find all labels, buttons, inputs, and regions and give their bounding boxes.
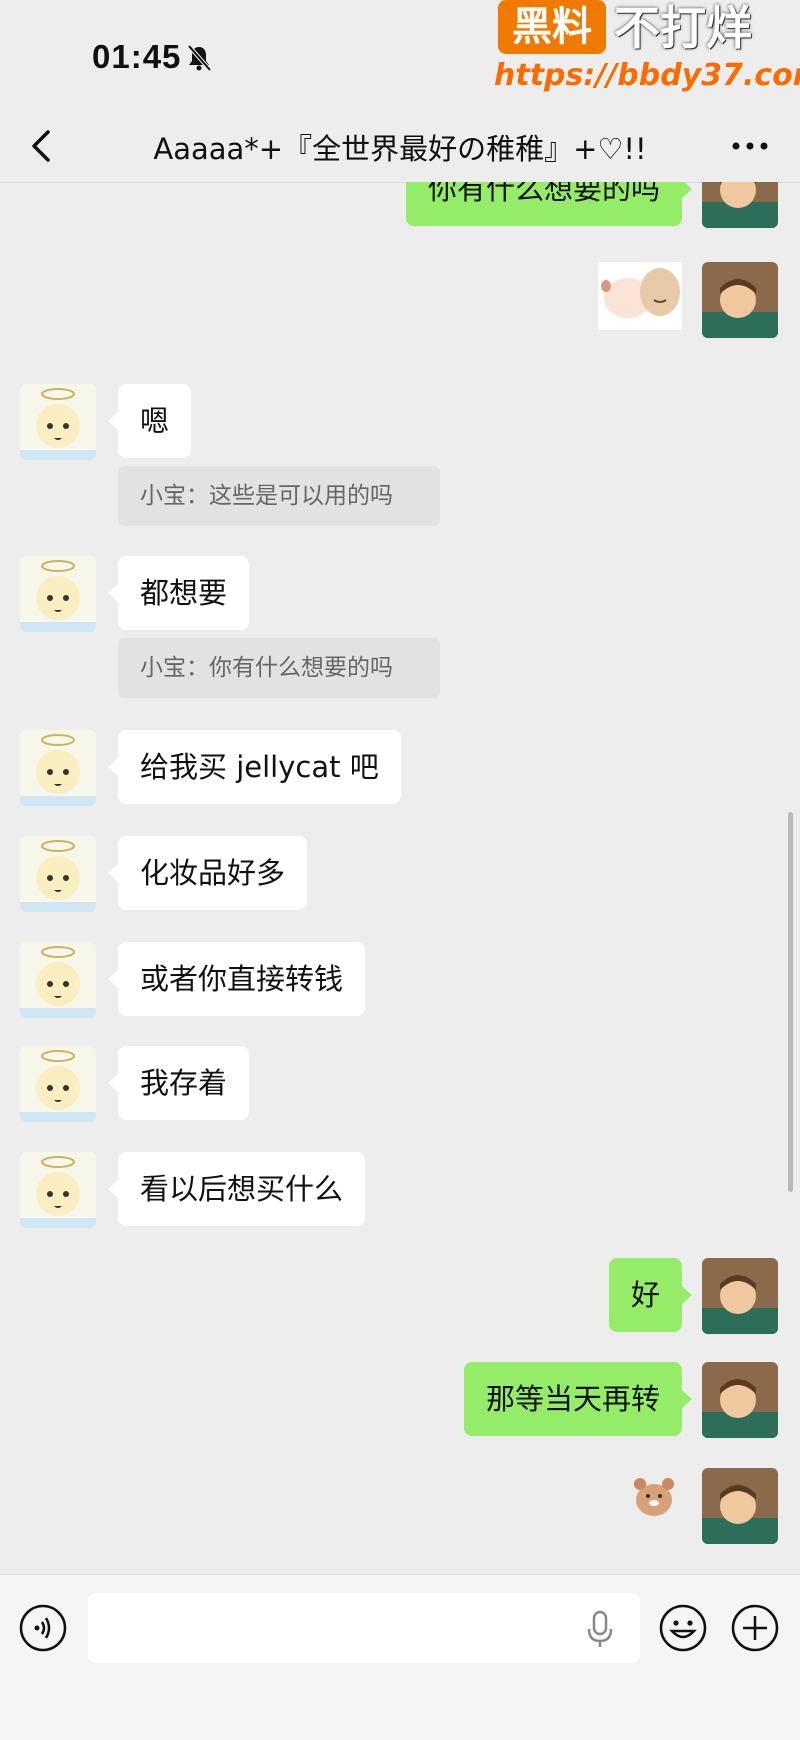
chat-title: Aaaaa*+『全世界最好の稚稚』+♡!!: [153, 132, 647, 166]
emoji-icon[interactable]: [658, 1603, 708, 1653]
message-bubble-incoming[interactable]: 化妆品好多: [107, 836, 308, 910]
dancing-bear-sticker[interactable]: [628, 1470, 680, 1522]
message-bubble-incoming[interactable]: 给我买 jellycat 吧: [108, 730, 401, 804]
message-bubble-incoming[interactable]: 嗯: [107, 384, 192, 458]
avatar-self[interactable]: [702, 182, 778, 228]
avatar-self[interactable]: [702, 1258, 778, 1334]
status-time: 01:45: [92, 38, 182, 75]
avatar-contact[interactable]: [20, 942, 96, 1018]
more-icon[interactable]: [728, 132, 772, 160]
avatar-contact[interactable]: [20, 1152, 96, 1228]
watermark-url: https://bbdy37.com: [494, 58, 800, 93]
avatar-contact[interactable]: [20, 556, 96, 632]
scrollbar[interactable]: [788, 812, 793, 1192]
avatar-self[interactable]: [702, 1362, 778, 1438]
chat-area[interactable]: 你有什么想要的吗 嗯 小宝：这些是可以用的吗 都想要 小宝：你有什么想要的吗 给…: [0, 182, 800, 1574]
message-bubble-incoming[interactable]: 都想要: [107, 556, 250, 630]
message-bubble-incoming[interactable]: 我存着: [107, 1046, 250, 1120]
bell-slash-icon: [187, 44, 212, 72]
watermark-box: 黑料: [498, 0, 606, 54]
message-bubble-incoming[interactable]: 看以后想买什么: [107, 1152, 366, 1226]
avatar-contact[interactable]: [20, 1046, 96, 1122]
mic-icon[interactable]: [584, 1609, 616, 1649]
voice-icon[interactable]: [18, 1603, 68, 1653]
avatar-contact[interactable]: [20, 836, 96, 912]
message-bubble-outgoing[interactable]: 那等当天再转: [463, 1362, 693, 1436]
quoted-message[interactable]: 小宝：这些是可以用的吗: [118, 466, 440, 526]
input-bar: [0, 1574, 800, 1740]
chevron-left-icon[interactable]: [22, 126, 62, 166]
message-bubble-incoming[interactable]: 或者你直接转钱: [107, 942, 366, 1016]
nav-bar: Aaaaa*+『全世界最好の稚稚』+♡!!: [0, 110, 800, 183]
watermark-text: 不打烊: [614, 1, 752, 55]
message-bubble-outgoing[interactable]: 你有什么想要的吗: [405, 182, 693, 226]
avatar-contact[interactable]: [20, 730, 96, 806]
avatar-self[interactable]: [702, 262, 778, 338]
avatar-self[interactable]: [702, 1468, 778, 1544]
quoted-message[interactable]: 小宝：你有什么想要的吗: [118, 638, 440, 698]
message-input[interactable]: [88, 1593, 640, 1663]
avatar-contact[interactable]: [20, 384, 96, 460]
plus-icon[interactable]: [730, 1603, 780, 1653]
watermark: 黑料 不打烊 https://bbdy37.com: [494, 0, 800, 100]
sleeping-bear-sticker[interactable]: [598, 262, 682, 330]
message-bubble-outgoing[interactable]: 好: [608, 1258, 693, 1332]
